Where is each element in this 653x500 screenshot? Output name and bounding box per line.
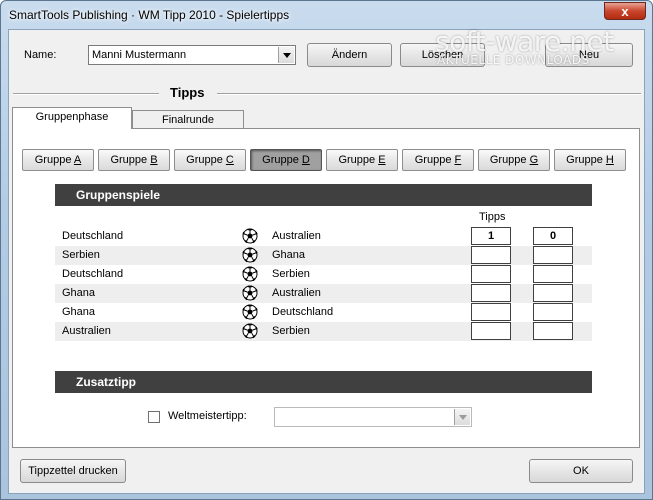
match-row: Ghana Deutschland	[55, 303, 592, 322]
match-row: Serbien Ghana	[55, 246, 592, 265]
soccer-ball-icon	[242, 304, 258, 320]
chevron-down-icon[interactable]	[278, 47, 294, 63]
match-row: Deutschland Australien	[55, 227, 592, 246]
change-button[interactable]: Ändern	[307, 43, 392, 67]
group-button-e[interactable]: Gruppe E	[326, 149, 398, 171]
group-button-prefix: Gruppe	[34, 154, 74, 166]
group-button-letter: F	[454, 154, 462, 166]
away-tip-input[interactable]: 0	[533, 227, 573, 245]
away-team: Australien	[272, 230, 321, 242]
title-bar: SmartTools Publishing · WM Tipp 2010 - S…	[1, 1, 652, 28]
home-tip-input[interactable]	[471, 322, 511, 340]
group-button-d[interactable]: Gruppe D	[250, 149, 322, 171]
group-button-prefix: Gruppe	[414, 154, 455, 166]
group-button-prefix: Gruppe	[489, 154, 530, 166]
soccer-ball-icon	[242, 285, 258, 301]
tips-section-title: Tipps	[170, 85, 205, 100]
group-button-f[interactable]: Gruppe F	[402, 149, 474, 171]
away-team: Deutschland	[272, 306, 334, 318]
group-button-c[interactable]: Gruppe C	[174, 149, 246, 171]
home-tip-input[interactable]	[471, 284, 511, 302]
separator-right	[217, 93, 641, 95]
name-label: Name:	[24, 49, 57, 61]
group-button-letter: C	[225, 154, 234, 166]
away-tip-input[interactable]	[533, 246, 573, 264]
group-games-header: Gruppenspiele	[55, 184, 592, 206]
home-tip-input[interactable]	[471, 246, 511, 264]
ok-button[interactable]: OK	[529, 459, 633, 483]
group-button-letter: E	[378, 154, 386, 166]
match-row: Australien Serbien	[55, 322, 592, 341]
away-tip-input[interactable]	[533, 303, 573, 321]
soccer-ball-icon	[242, 247, 258, 263]
champion-tip-checkbox[interactable]	[148, 411, 160, 423]
away-team: Australien	[272, 287, 321, 299]
home-team: Ghana	[62, 287, 96, 299]
dialog-client: Name: Manni Mustermann Ändern Löschen Ne…	[8, 29, 645, 494]
away-team: Serbien	[272, 325, 310, 337]
group-button-g[interactable]: Gruppe G	[478, 149, 550, 171]
watermark-sub: AKTUELLE DOWNLOADS	[437, 53, 590, 67]
group-button-prefix: Gruppe	[110, 154, 151, 166]
group-button-letter: B	[150, 154, 158, 166]
group-button-a[interactable]: Gruppe A	[22, 149, 94, 171]
soccer-ball-icon	[242, 266, 258, 282]
window-title: SmartTools Publishing · WM Tipp 2010 - S…	[9, 8, 290, 22]
home-team: Ghana	[62, 306, 96, 318]
chevron-down-icon[interactable]	[454, 409, 470, 425]
soccer-ball-icon	[242, 323, 258, 339]
tab-gruppenphase[interactable]: Gruppenphase	[12, 107, 132, 129]
ok-button-label: OK	[573, 465, 589, 477]
group-button-prefix: Gruppe	[338, 154, 379, 166]
group-button-h[interactable]: Gruppe H	[554, 149, 626, 171]
group-button-prefix: Gruppe	[262, 154, 302, 166]
tab-gruppenphase-label: Gruppenphase	[35, 111, 109, 123]
away-tip-input[interactable]	[533, 284, 573, 302]
away-tip-input[interactable]	[533, 265, 573, 283]
change-button-label: Ändern	[331, 49, 368, 61]
soccer-ball-icon	[242, 228, 258, 244]
main-window: SmartTools Publishing · WM Tipp 2010 - S…	[0, 0, 653, 500]
away-team: Serbien	[272, 268, 310, 280]
group-button-letter: D	[301, 154, 310, 166]
home-tip-input[interactable]	[471, 303, 511, 321]
group-button-letter: H	[605, 154, 614, 166]
group-button-prefix: Gruppe	[566, 154, 606, 166]
champion-combo[interactable]	[274, 407, 472, 427]
match-row: Ghana Australien	[55, 284, 592, 303]
home-team: Deutschland	[62, 268, 124, 280]
print-button-label: Tippzettel drucken	[28, 465, 118, 477]
tab-finalrunde-label: Finalrunde	[162, 114, 214, 126]
separator-left	[13, 93, 159, 95]
tab-panel-gruppenphase: Gruppe A Gruppe B Gruppe C Gruppe D Gruppe E…	[12, 128, 640, 448]
away-team: Ghana	[272, 249, 306, 261]
close-button[interactable]: x	[604, 2, 646, 20]
home-team: Serbien	[62, 249, 100, 261]
group-button-letter: G	[529, 154, 539, 166]
extra-tip-header: Zusatztipp	[55, 371, 592, 393]
match-row: Deutschland Serbien	[55, 265, 592, 284]
home-team: Deutschland	[62, 230, 124, 242]
print-tip-sheet-button[interactable]: Tippzettel drucken	[20, 459, 126, 483]
group-button-b[interactable]: Gruppe B	[98, 149, 170, 171]
tips-column-label: Tipps	[479, 211, 506, 223]
home-tip-input[interactable]: 1	[471, 227, 511, 245]
home-team: Australien	[62, 325, 111, 337]
group-button-letter: A	[73, 154, 82, 166]
home-tip-input[interactable]	[471, 265, 511, 283]
close-icon: x	[621, 4, 629, 19]
player-name-value: Manni Mustermann	[92, 49, 187, 61]
champion-tip-label: Weltmeistertipp:	[168, 410, 247, 422]
group-button-prefix: Gruppe	[186, 154, 226, 166]
away-tip-input[interactable]	[533, 322, 573, 340]
player-name-combo[interactable]: Manni Mustermann	[88, 45, 296, 65]
tab-finalrunde[interactable]: Finalrunde	[132, 110, 244, 128]
